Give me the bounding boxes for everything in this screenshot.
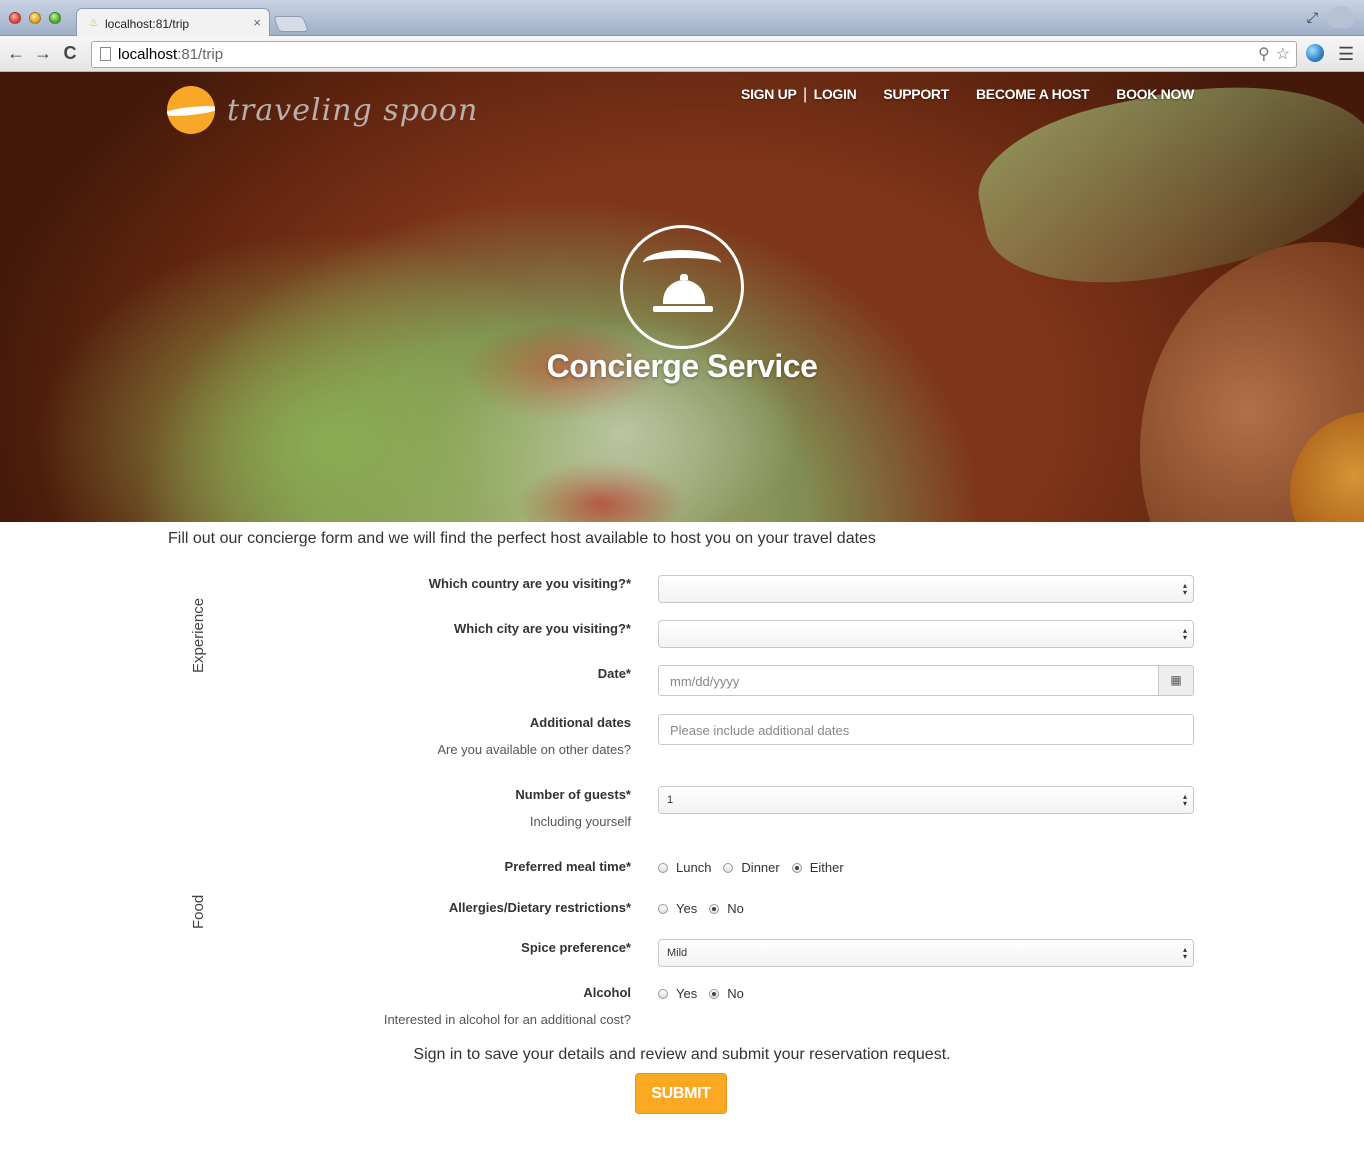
user-avatar-icon[interactable] — [1328, 6, 1354, 28]
logo-text: traveling spoon — [227, 92, 479, 128]
alcohol-label: Alcohol — [583, 985, 631, 1000]
globe-icon[interactable] — [1306, 44, 1324, 62]
spice-value: Mild — [667, 947, 688, 959]
new-tab-button[interactable] — [273, 16, 309, 32]
url-path: :81/trip — [177, 46, 224, 63]
zoom-window-button[interactable] — [49, 12, 61, 24]
back-button[interactable]: ← — [6, 43, 26, 64]
page-title: Concierge Service — [546, 348, 818, 384]
date-input[interactable]: mm/dd/yyyy — [658, 665, 1159, 696]
nav-separator: | — [802, 86, 808, 103]
select-arrows-icon: ▴ ▾ — [1182, 581, 1187, 597]
calendar-icon[interactable]: ▦ — [1158, 665, 1194, 696]
submit-button[interactable]: SUBMIT — [635, 1073, 727, 1114]
meal-time-label: Preferred meal time* — [504, 859, 631, 874]
bookmark-star-icon[interactable]: ☆ — [1276, 44, 1290, 64]
allergies-no-label: No — [727, 901, 744, 916]
meal-either-radio[interactable] — [791, 862, 802, 873]
alcohol-yes-radio[interactable] — [658, 988, 668, 999]
date-label: Date* — [597, 666, 631, 681]
guests-sublabel: Including yourself — [529, 814, 631, 829]
site-logo[interactable]: traveling spoon — [167, 86, 478, 134]
alcohol-no-label: No — [727, 986, 744, 1001]
additional-dates-input[interactable]: Please include additional dates — [658, 714, 1194, 745]
nav-login-link[interactable]: LOGIN — [814, 86, 857, 102]
section-label-food: Food — [190, 894, 207, 929]
browser-toolbar: ← → C localhost:81/trip ⚲ ☆ ☰ — [0, 36, 1364, 72]
city-select[interactable]: ▴ ▾ — [658, 620, 1194, 648]
allergies-label: Allergies/Dietary restrictions* — [448, 900, 631, 915]
alcohol-radio-group: Yes No — [658, 986, 756, 1001]
city-label: Which city are you visiting?* — [454, 621, 631, 636]
page-icon — [100, 47, 111, 61]
logo-icon — [167, 86, 215, 134]
nav-signup-link[interactable]: SIGN UP — [741, 86, 797, 102]
alcohol-no-radio[interactable] — [709, 988, 720, 999]
menu-icon[interactable]: ☰ — [1338, 44, 1354, 65]
minimize-window-button[interactable] — [29, 12, 41, 24]
favicon-icon: ♨ — [89, 17, 99, 29]
select-arrows-icon: ▴ ▾ — [1182, 945, 1187, 961]
allergies-yes-radio[interactable] — [658, 903, 668, 914]
allergies-radio-group: Yes No — [658, 901, 756, 916]
nav-book-now-link[interactable]: BOOK NOW — [1116, 86, 1194, 104]
country-select[interactable]: ▴ ▾ — [658, 575, 1194, 603]
spice-label: Spice preference* — [521, 940, 631, 955]
allergies-yes-label: Yes — [676, 901, 698, 916]
date-picker: mm/dd/yyyy ▦ — [658, 665, 1194, 696]
nav-become-host-link[interactable]: BECOME A HOST — [976, 86, 1090, 104]
alcohol-sublabel: Interested in alcohol for an additional … — [383, 1012, 631, 1027]
nav-support-link[interactable]: SUPPORT — [883, 86, 949, 104]
close-window-button[interactable] — [9, 12, 21, 24]
tab-title: localhost:81/trip — [105, 17, 190, 31]
search-icon[interactable]: ⚲ — [1258, 44, 1270, 64]
guests-label: Number of guests* — [515, 787, 631, 802]
spice-select[interactable]: Mild ▴ ▾ — [658, 939, 1194, 967]
url-host: localhost — [118, 46, 178, 63]
browser-titlebar: ♨ localhost:81/trip × ⤢ — [0, 0, 1364, 37]
hero-banner: traveling spoon SIGN UP | LOGIN SUPPORT … — [0, 72, 1364, 522]
additional-dates-sublabel: Are you available on other dates? — [437, 742, 631, 757]
alcohol-yes-label: Yes — [676, 986, 698, 1001]
address-bar[interactable]: localhost:81/trip ⚲ ☆ — [91, 41, 1297, 68]
allergies-no-radio[interactable] — [709, 903, 720, 914]
top-nav: SIGN UP | LOGIN SUPPORT BECOME A HOST BO… — [741, 86, 1194, 104]
meal-either-label: Either — [809, 860, 844, 875]
section-label-experience: Experience — [190, 597, 207, 673]
meal-dinner-label: Dinner — [741, 860, 780, 875]
address-url: localhost:81/trip — [118, 46, 223, 63]
country-label: Which country are you visiting?* — [428, 576, 631, 591]
form-intro: Fill out our concierge form and we will … — [168, 530, 876, 547]
guests-value: 1 — [667, 794, 674, 806]
meal-lunch-label: Lunch — [676, 860, 712, 875]
meal-lunch-radio[interactable] — [658, 862, 668, 873]
forward-button[interactable]: → — [33, 43, 53, 64]
meal-dinner-radio[interactable] — [723, 862, 734, 873]
reload-button[interactable]: C — [60, 43, 80, 64]
select-arrows-icon: ▴ ▾ — [1182, 626, 1187, 642]
concierge-bell-icon — [620, 225, 744, 349]
guests-select[interactable]: 1 ▴ ▾ — [658, 786, 1194, 814]
fullscreen-icon[interactable]: ⤢ — [1307, 9, 1318, 26]
additional-dates-label: Additional dates — [529, 715, 631, 730]
meal-time-radio-group: Lunch Dinner Either — [658, 860, 856, 875]
tab-close-icon[interactable]: × — [253, 15, 261, 30]
select-arrows-icon: ▴ ▾ — [1182, 792, 1187, 808]
browser-tab[interactable]: ♨ localhost:81/trip × — [76, 8, 270, 37]
signin-note: Sign in to save your details and review … — [413, 1046, 951, 1063]
